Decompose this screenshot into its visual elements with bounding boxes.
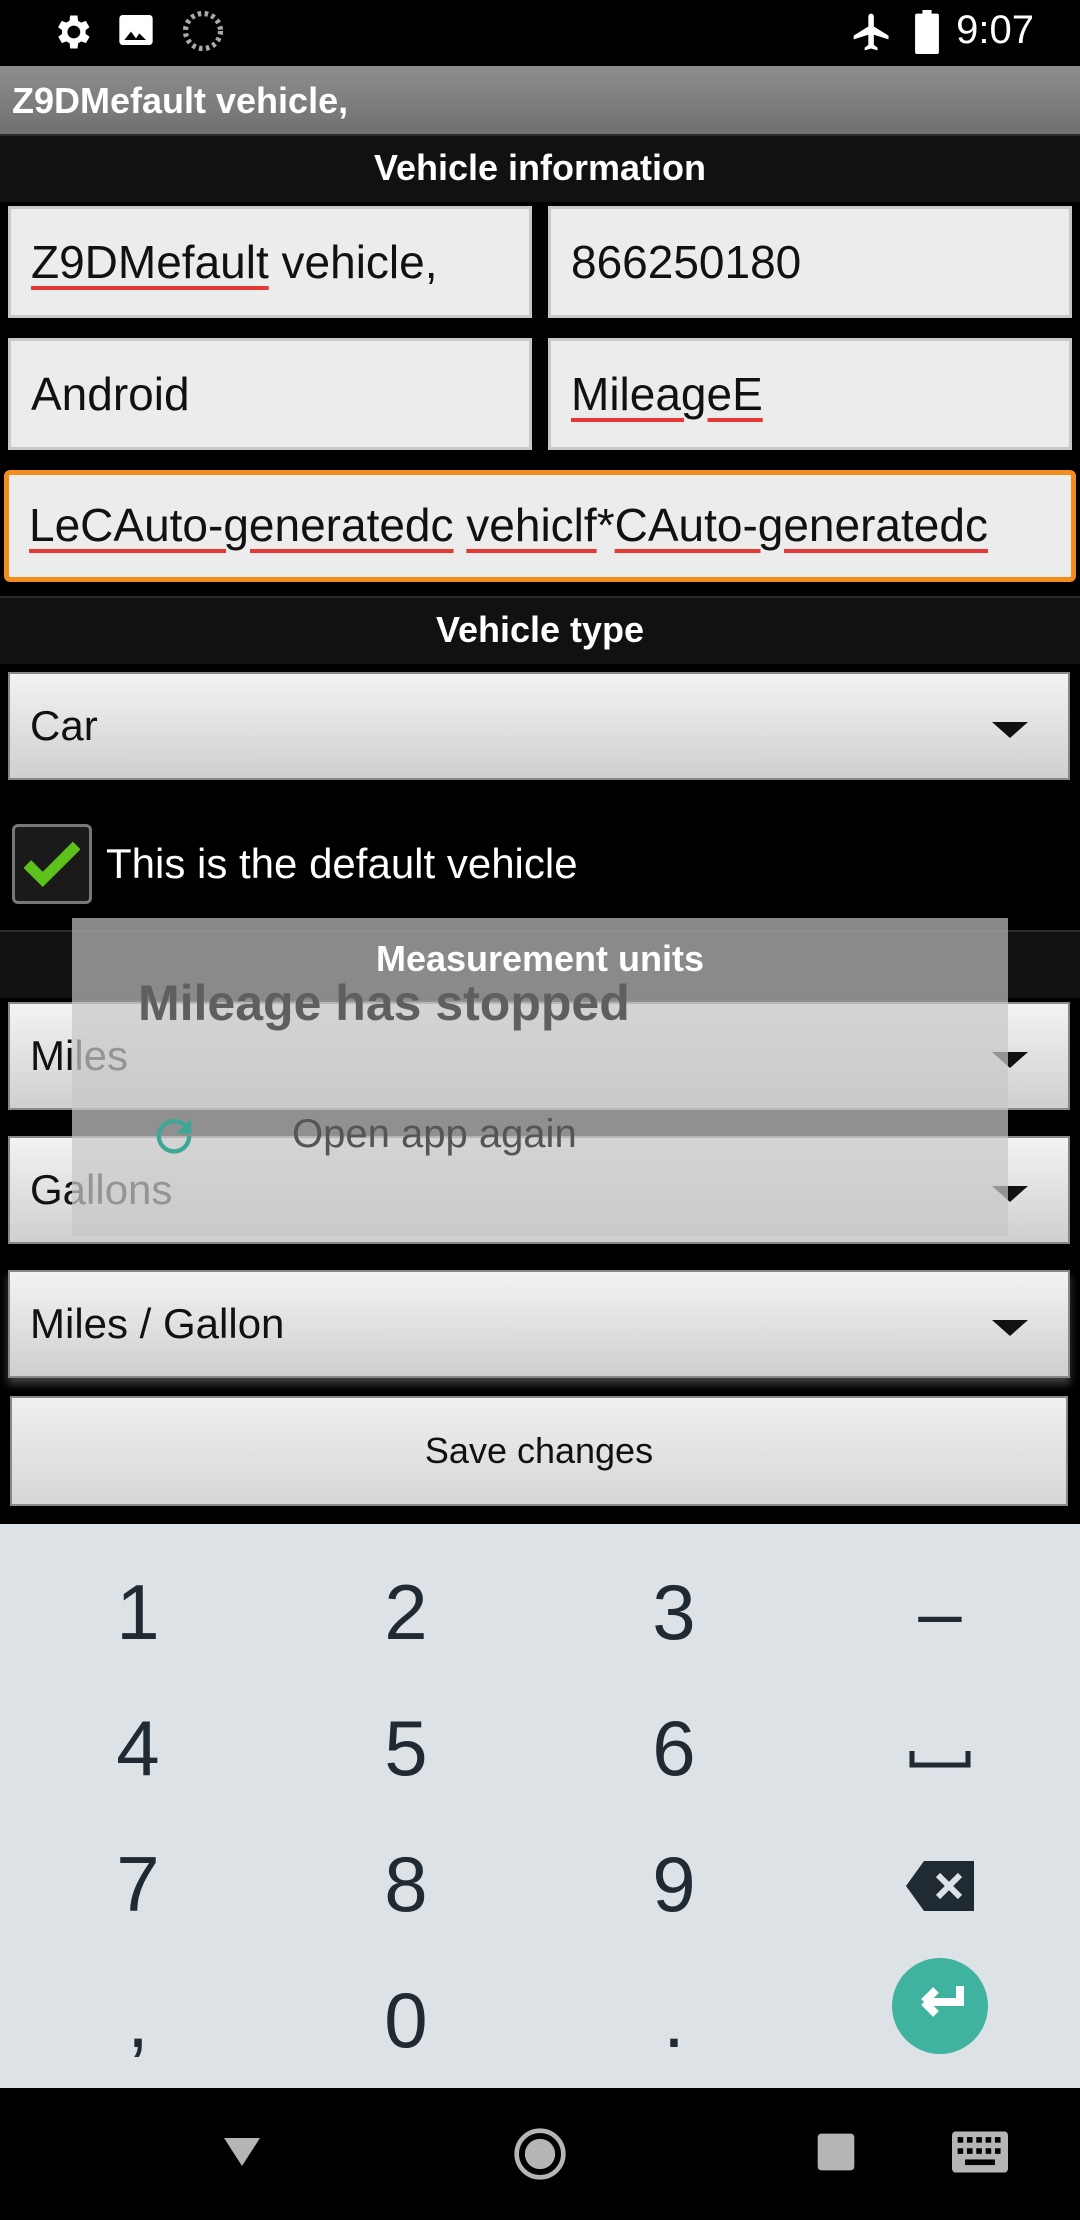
vehicle-make-field[interactable]: Android: [8, 338, 532, 450]
key-7[interactable]: 7: [4, 1816, 272, 1952]
key-2[interactable]: 2: [272, 1544, 540, 1680]
key-dash[interactable]: –: [806, 1544, 1074, 1680]
key-5[interactable]: 5: [272, 1680, 540, 1816]
battery-icon: [914, 10, 940, 59]
app-title: Z9DMefault vehicle,: [12, 80, 349, 121]
key-4[interactable]: 4: [4, 1680, 272, 1816]
open-app-again-button[interactable]: Open app again: [72, 1082, 1008, 1192]
keyboard-switch-icon[interactable]: [952, 2130, 1008, 2174]
checkmark-icon: [23, 841, 81, 888]
key-8[interactable]: 8: [272, 1816, 540, 1952]
back-icon[interactable]: [218, 2128, 266, 2176]
refresh-icon: [156, 1118, 192, 1154]
crash-dialog-title: Mileage has stopped: [138, 975, 630, 1031]
clock-time: 9:07: [956, 8, 1034, 52]
vehicle-model-field[interactable]: MileageE: [548, 338, 1072, 450]
key-3[interactable]: 3: [540, 1544, 808, 1680]
vehicle-number-field[interactable]: 866250180: [548, 206, 1072, 318]
dropdown-arrow-icon: [992, 722, 1028, 738]
vehicle-name-field[interactable]: Z9DMefault vehicle,: [8, 206, 532, 318]
default-vehicle-label: This is the default vehicle: [106, 840, 578, 887]
recents-icon[interactable]: [814, 2130, 858, 2174]
settings-icon: [50, 10, 94, 59]
vehicle-information-header: Vehicle information: [0, 134, 1080, 202]
vehicle-type-value: Car: [30, 702, 98, 749]
vehicle-notes-field[interactable]: LeCAuto-generatedc vehiclf*CAuto-generat…: [4, 470, 1076, 582]
vehicle-number-value: 866250180: [571, 236, 802, 288]
loading-icon: [182, 10, 224, 57]
navigation-bar: [0, 2088, 1080, 2220]
image-icon: [116, 10, 156, 55]
key-6[interactable]: 6: [540, 1680, 808, 1816]
status-bar: 9:07: [0, 0, 1080, 66]
enter-icon: [921, 1986, 964, 2017]
dropdown-arrow-icon: [992, 1320, 1028, 1336]
save-changes-button[interactable]: Save changes: [10, 1396, 1068, 1506]
vehicle-notes-value: LeCAuto-generatedc vehiclf*CAuto-generat…: [29, 499, 988, 551]
key-backspace[interactable]: [806, 1816, 1074, 1952]
crash-dialog: Measurement units Mileage has stopped Op…: [72, 918, 1008, 1236]
home-icon[interactable]: [512, 2126, 568, 2182]
key-0[interactable]: 0: [272, 1952, 540, 2088]
backspace-icon: [906, 1861, 974, 1911]
key-period[interactable]: .: [540, 1952, 808, 2088]
app-title-bar: Z9DMefault vehicle,: [0, 66, 1080, 136]
numeric-keyboard: 1 2 3 – 4 5 6 7 8 9 , 0 .: [0, 1524, 1080, 2088]
airplane-mode-icon: [850, 10, 894, 59]
vehicle-type-spinner[interactable]: Car: [8, 672, 1070, 780]
economy-unit-value: Miles / Gallon: [30, 1300, 285, 1347]
vehicle-model-value: MileageE: [571, 368, 763, 420]
key-9[interactable]: 9: [540, 1816, 808, 1952]
default-vehicle-checkbox[interactable]: [12, 824, 92, 904]
key-enter[interactable]: [892, 1958, 988, 2054]
vehicle-name-value: Z9DMefault vehicle,: [31, 236, 438, 288]
vehicle-make-value: Android: [31, 368, 190, 420]
vehicle-type-header: Vehicle type: [0, 596, 1080, 664]
open-app-again-label: Open app again: [292, 1112, 577, 1156]
key-space[interactable]: [806, 1680, 1074, 1816]
key-comma[interactable]: ,: [4, 1952, 272, 2088]
key-1[interactable]: 1: [4, 1544, 272, 1680]
economy-unit-spinner[interactable]: Miles / Gallon: [8, 1270, 1070, 1378]
space-icon: [909, 1751, 971, 1768]
